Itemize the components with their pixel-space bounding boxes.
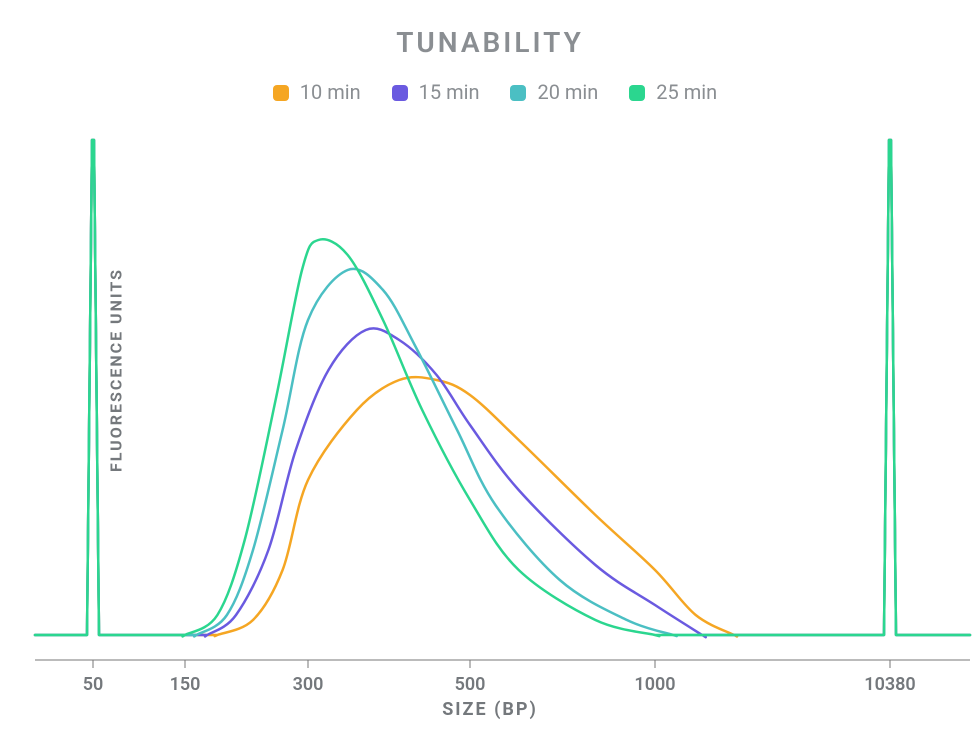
svg-text:150: 150 xyxy=(170,674,201,695)
svg-text:500: 500 xyxy=(455,674,486,695)
series-10min xyxy=(35,140,970,636)
svg-text:50: 50 xyxy=(83,674,104,695)
series-25min xyxy=(35,140,970,636)
svg-text:300: 300 xyxy=(293,674,324,695)
svg-text:1000: 1000 xyxy=(634,674,675,695)
svg-text:10380: 10380 xyxy=(864,674,915,695)
chart-container: TUNABILITY 10 min 15 min 20 min 25 min F… xyxy=(0,0,980,740)
series-15min xyxy=(35,140,970,637)
plot-svg: 50 150 300 500 1000 10380 xyxy=(0,0,980,740)
series-20min xyxy=(35,140,970,636)
